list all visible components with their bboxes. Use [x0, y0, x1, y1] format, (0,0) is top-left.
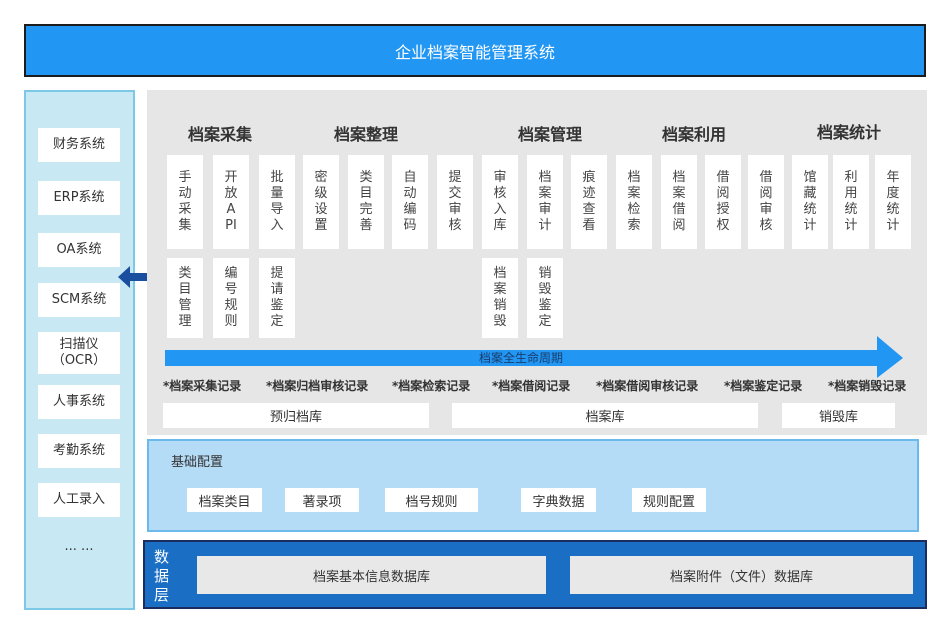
record-appraisal: *档案鉴定记录 [724, 379, 803, 393]
source-hr: 人事系统 [38, 385, 120, 419]
function-box: 借阅授权 [705, 155, 741, 249]
config-rule: 规则配置 [632, 488, 706, 512]
source-scm: SCM系统 [38, 283, 120, 317]
function-box: 档案检索 [616, 155, 652, 249]
function-box: 档案借阅 [661, 155, 697, 249]
record-destroy: *档案销毁记录 [828, 379, 907, 393]
config-catalog-item: 著录项 [285, 488, 359, 512]
store-pre-archive: 预归档库 [163, 403, 429, 428]
base-config-title: 基础配置 [171, 455, 224, 470]
system-title: 企业档案智能管理系统 [394, 42, 555, 62]
function-box: 提交审核 [437, 155, 473, 249]
system-title-bar: 企业档案智能管理系统 [24, 24, 926, 77]
source-oa: OA系统 [38, 233, 120, 267]
function-box: 利用统计 [833, 155, 869, 249]
function-box: 编号规则 [213, 258, 249, 338]
source-scanner-ocr: 扫描仪 （OCR） [38, 332, 120, 374]
function-box: 审核入库 [482, 155, 518, 249]
function-box: 类目管理 [167, 258, 203, 338]
function-box: 档案审计 [527, 155, 563, 249]
source-finance: 财务系统 [38, 128, 120, 162]
function-box: 销毁鉴定 [527, 258, 563, 338]
category-organization: 档案整理 [334, 125, 399, 144]
category-collection: 档案采集 [188, 125, 253, 144]
function-box: 手动采集 [167, 155, 203, 249]
function-box: 开放 A PI [213, 155, 249, 249]
function-box: 痕迹查看 [571, 155, 607, 249]
data-layer-label: 数据层 [154, 548, 170, 604]
config-archive-category: 档案类目 [187, 488, 262, 512]
record-borrow-review: *档案借阅审核记录 [596, 379, 699, 393]
function-box: 自动编码 [392, 155, 428, 249]
source-erp: ERP系统 [38, 181, 120, 215]
record-archive-review: *档案归档审核记录 [266, 379, 369, 393]
source-manual-entry: 人工录入 [38, 483, 120, 517]
category-utilization: 档案利用 [662, 125, 727, 144]
category-management: 档案管理 [518, 125, 583, 144]
db-attachments: 档案附件（文件）数据库 [570, 556, 913, 594]
source-more: ... ... [64, 539, 94, 554]
record-collection: *档案采集记录 [163, 379, 242, 393]
function-box: 年度统计 [875, 155, 911, 249]
function-box: 批量导入 [259, 155, 295, 249]
function-box: 类目完善 [348, 155, 384, 249]
config-archive-number-rule: 档号规则 [385, 488, 478, 512]
store-destroy: 销毁库 [782, 403, 895, 428]
category-statistics: 档案统计 [817, 123, 882, 142]
config-dictionary: 字典数据 [521, 488, 596, 512]
function-box: 密级设置 [303, 155, 339, 249]
db-basic-info: 档案基本信息数据库 [197, 556, 546, 594]
function-box: 档案销毁 [482, 258, 518, 338]
store-archive: 档案库 [452, 403, 758, 428]
function-box: 借阅审核 [748, 155, 784, 249]
function-box: 馆藏统计 [792, 155, 828, 249]
record-search: *档案检索记录 [392, 379, 471, 393]
source-attendance: 考勤系统 [38, 434, 120, 468]
function-box: 提请鉴定 [259, 258, 295, 338]
record-borrow: *档案借阅记录 [492, 379, 571, 393]
lifecycle-label: 档案全生命周期 [478, 351, 563, 365]
base-config-panel [147, 439, 919, 532]
